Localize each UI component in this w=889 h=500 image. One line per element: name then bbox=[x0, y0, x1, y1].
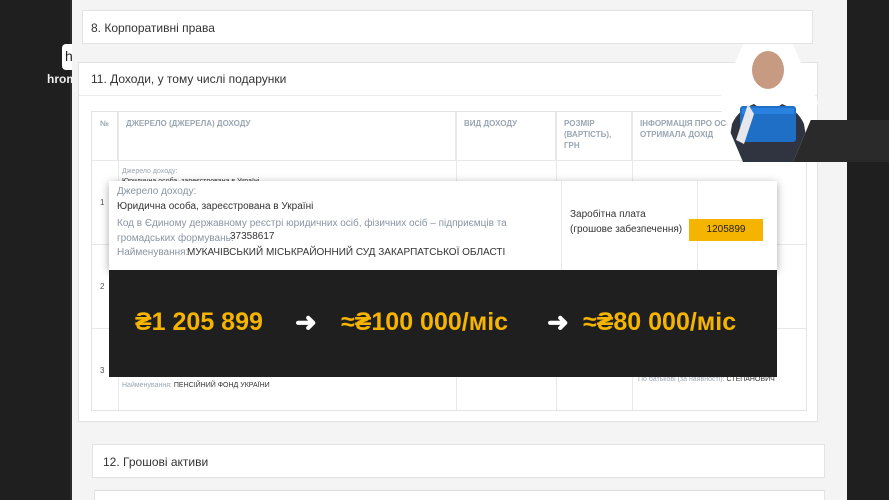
row-number: 3 bbox=[100, 366, 105, 375]
column-divider bbox=[561, 181, 562, 270]
section-divider bbox=[79, 95, 817, 96]
section-title: 12. Грошові активи bbox=[103, 455, 209, 469]
income-amount-highlight: 1205899 bbox=[689, 219, 763, 241]
cash-assets-table-start bbox=[94, 490, 825, 500]
source-label: Джерело доходу: bbox=[117, 186, 197, 197]
column-header-income-type: ВИД ДОХОДУ bbox=[456, 112, 556, 160]
row-patronymic: По батькові (за наявності): СТЕПАНОВИЧ bbox=[638, 376, 775, 383]
row-source-label: Джерело доходу: bbox=[122, 168, 178, 175]
arrow-right-icon: ➜ bbox=[547, 307, 569, 337]
column-header-number: № bbox=[92, 112, 118, 160]
income-type: Заробітна плата (грошове забезпечення) bbox=[570, 209, 683, 235]
column-header-amount: РОЗМІР (ВАРТІСТЬ), ГРН bbox=[556, 112, 632, 160]
income-detail-card: Джерело доходу: Юридична особа, зареєстр… bbox=[109, 181, 777, 270]
annual-income: ₴1 205 899 bbox=[135, 308, 263, 336]
row-number: 2 bbox=[100, 282, 105, 291]
section-title: 11. Доходи, у тому числі подарунки bbox=[91, 72, 287, 86]
monthly-net: ≈₴80 000/міс bbox=[583, 308, 737, 336]
salary-banner: ₴1 205 899 ➜ ≈₴100 000/міс ➜ ≈₴80 000/мі… bbox=[109, 270, 777, 377]
code-label: Код в Єдиному державному реєстрі юридичн… bbox=[117, 218, 507, 244]
row-name-label: Найменування: bbox=[122, 382, 172, 389]
row-patronymic-value: СТЕПАНОВИЧ bbox=[726, 376, 775, 383]
section-title: 8. Корпоративні права bbox=[91, 21, 215, 35]
source-value: Юридична особа, зареєстрована в Україні bbox=[117, 201, 314, 212]
row-name-value: ПЕНСІЙНИЙ ФОНД УКРАЇНИ bbox=[173, 382, 270, 389]
row-divider bbox=[92, 160, 806, 161]
name-value: МУКАЧІВСЬКИЙ МІСЬКРАЙОННИЙ СУД ЗАКАРПАТС… bbox=[187, 247, 506, 258]
arrow-right-icon: ➜ bbox=[295, 307, 317, 337]
code-value: 37358617 bbox=[230, 231, 275, 242]
row-number: 1 bbox=[100, 198, 105, 207]
name-label: Найменування: bbox=[117, 247, 189, 258]
section-corporate-rights[interactable]: 8. Корпоративні права bbox=[82, 10, 813, 44]
row-patronymic-label: По батькові (за наявності): bbox=[638, 376, 725, 383]
column-header-source: ДЖЕРЕЛО (ДЖЕРЕЛА) ДОХОДУ bbox=[118, 112, 456, 160]
section-cash-assets[interactable]: 12. Грошові активи bbox=[92, 444, 825, 478]
monthly-gross: ≈₴100 000/міс bbox=[341, 308, 509, 336]
row-name: Найменування: ПЕНСІЙНИЙ ФОНД УКРАЇНИ bbox=[122, 382, 270, 389]
